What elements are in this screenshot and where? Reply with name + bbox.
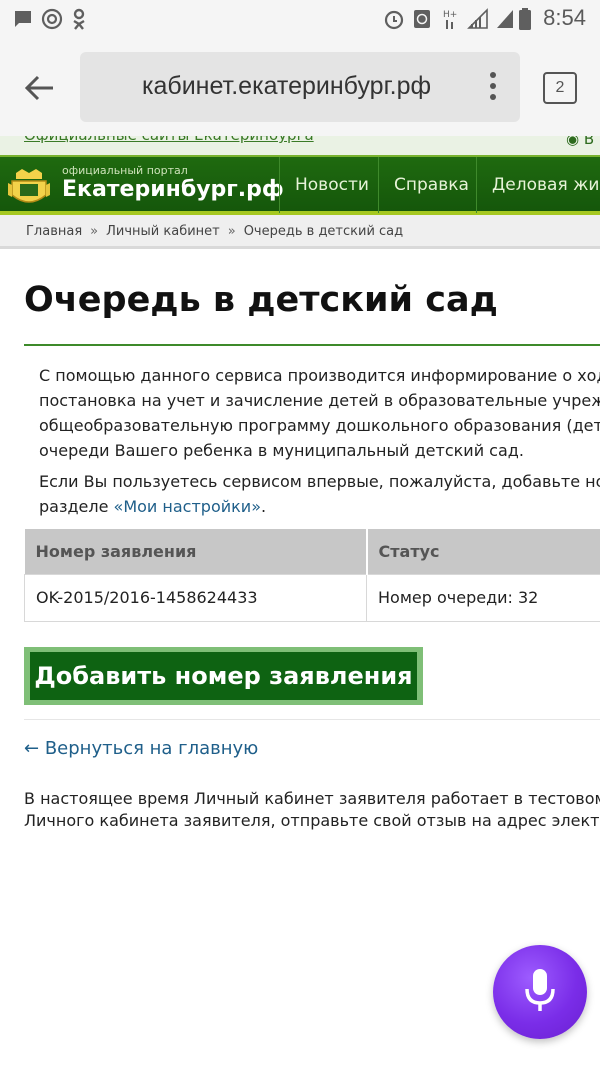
nav-news[interactable]: Новости (279, 157, 384, 213)
first-use-suffix: . (260, 497, 267, 516)
page: H+ 8:54 кабинет.екатеринбург.рф 2 Официа… (0, 0, 600, 1065)
intro-line: очереди Вашего ребенка в муниципальный д… (39, 441, 524, 460)
breadcrumb-separator: » (90, 224, 99, 239)
divider (24, 719, 600, 720)
column-header-number: Номер заявления (24, 529, 368, 574)
top-right-partial: В (583, 136, 595, 148)
more-vert-icon[interactable] (485, 72, 501, 104)
message-icon (12, 8, 34, 30)
status-bar: H+ 8:54 (0, 0, 600, 38)
first-use-line-2: разделе «Мои настройки». (39, 494, 600, 519)
first-use-prefix: разделе (39, 497, 114, 516)
breadcrumb: Главная » Личный кабинет » Очередь в детский… (0, 215, 600, 249)
breadcrumb-current: Очередь в детский сад (243, 224, 404, 239)
page-title: Очередь в детский сад (24, 280, 498, 320)
breadcrumb-home[interactable]: Главная (26, 224, 82, 239)
table-row: OK-2015/2016-1458624433 Номер очереди: 3… (24, 573, 600, 622)
settings-link[interactable]: «Мои настройки» (114, 497, 261, 516)
breadcrumb-cabinet[interactable]: Личный кабинет (106, 224, 220, 239)
add-application-button[interactable]: Добавить номер заявления (24, 647, 423, 705)
microphone-icon (520, 965, 560, 1019)
portal-caption: официальный портал (62, 164, 188, 177)
nav-help[interactable]: Справка (378, 157, 484, 213)
table-header-row: Номер заявления Статус (24, 529, 600, 574)
tab-switcher-button[interactable]: 2 (543, 72, 577, 104)
svg-text:H+: H+ (443, 10, 457, 20)
footer-line: Личного кабинета заявителя, отправьте св… (24, 811, 600, 830)
at-icon (40, 8, 64, 30)
intro-line: общеобразовательную программу дошкольног… (39, 416, 600, 435)
vpn-icon (412, 8, 432, 30)
coat-of-arms-icon[interactable] (8, 169, 50, 207)
add-application-label[interactable]: Добавить номер заявления (30, 652, 417, 700)
official-sites-link[interactable]: Официальные сайты Екатеринбурга (24, 136, 314, 144)
odnoklassniki-icon (70, 8, 88, 30)
signal-icon-2 (494, 8, 516, 30)
footer-notice: В настоящее время Личный кабинет заявите… (24, 788, 600, 832)
address-bar[interactable]: кабинет.екатеринбург.рф (80, 52, 520, 122)
breadcrumb-separator: » (227, 224, 236, 239)
eye-icon[interactable]: ◉ В (566, 136, 594, 148)
browser-toolbar: кабинет.екатеринбург.рф 2 (0, 38, 600, 136)
left-arrow-icon: ← (24, 738, 40, 759)
site-header: официальный портал Екатеринбург.рф Новос… (0, 155, 600, 215)
alarm-icon (382, 8, 406, 30)
applications-table: Номер заявления Статус OK-2015/2016-1458… (24, 529, 600, 622)
footer-line: В настоящее время Личный кабинет заявите… (24, 789, 600, 808)
hplus-signal-icon: H+ (442, 8, 462, 30)
title-divider (24, 344, 600, 346)
intro-line: постановка на учет и зачисление детей в … (39, 391, 600, 410)
url-text[interactable]: кабинет.екатеринбург.рф (142, 72, 431, 101)
intro-paragraph: С помощью данного сервиса производится и… (39, 363, 600, 463)
back-arrow-icon[interactable] (20, 68, 60, 108)
first-use-paragraph: Если Вы пользуетесь сервисом впервые, по… (39, 469, 600, 519)
voice-assistant-button[interactable] (493, 945, 587, 1039)
status-time: 8:54 (543, 5, 586, 30)
application-number: OK-2015/2016-1458624433 (24, 573, 367, 622)
back-home-link[interactable]: ← Вернуться на главную (24, 738, 258, 759)
battery-icon (518, 8, 532, 30)
signal-icon (466, 8, 490, 30)
intro-line: С помощью данного сервиса производится и… (39, 366, 600, 385)
column-header-status: Статус (366, 529, 600, 574)
application-status: Номер очереди: 32 (366, 573, 600, 622)
portal-logo-text[interactable]: Екатеринбург.рф (62, 177, 284, 202)
official-sites-bar: Официальные сайты Екатеринбурга ◉ В (0, 136, 600, 155)
first-use-line: Если Вы пользуетесь сервисом впервые, по… (39, 472, 600, 491)
nav-business[interactable]: Деловая жизнь (476, 157, 600, 213)
back-home-label[interactable]: Вернуться на главную (45, 738, 259, 759)
